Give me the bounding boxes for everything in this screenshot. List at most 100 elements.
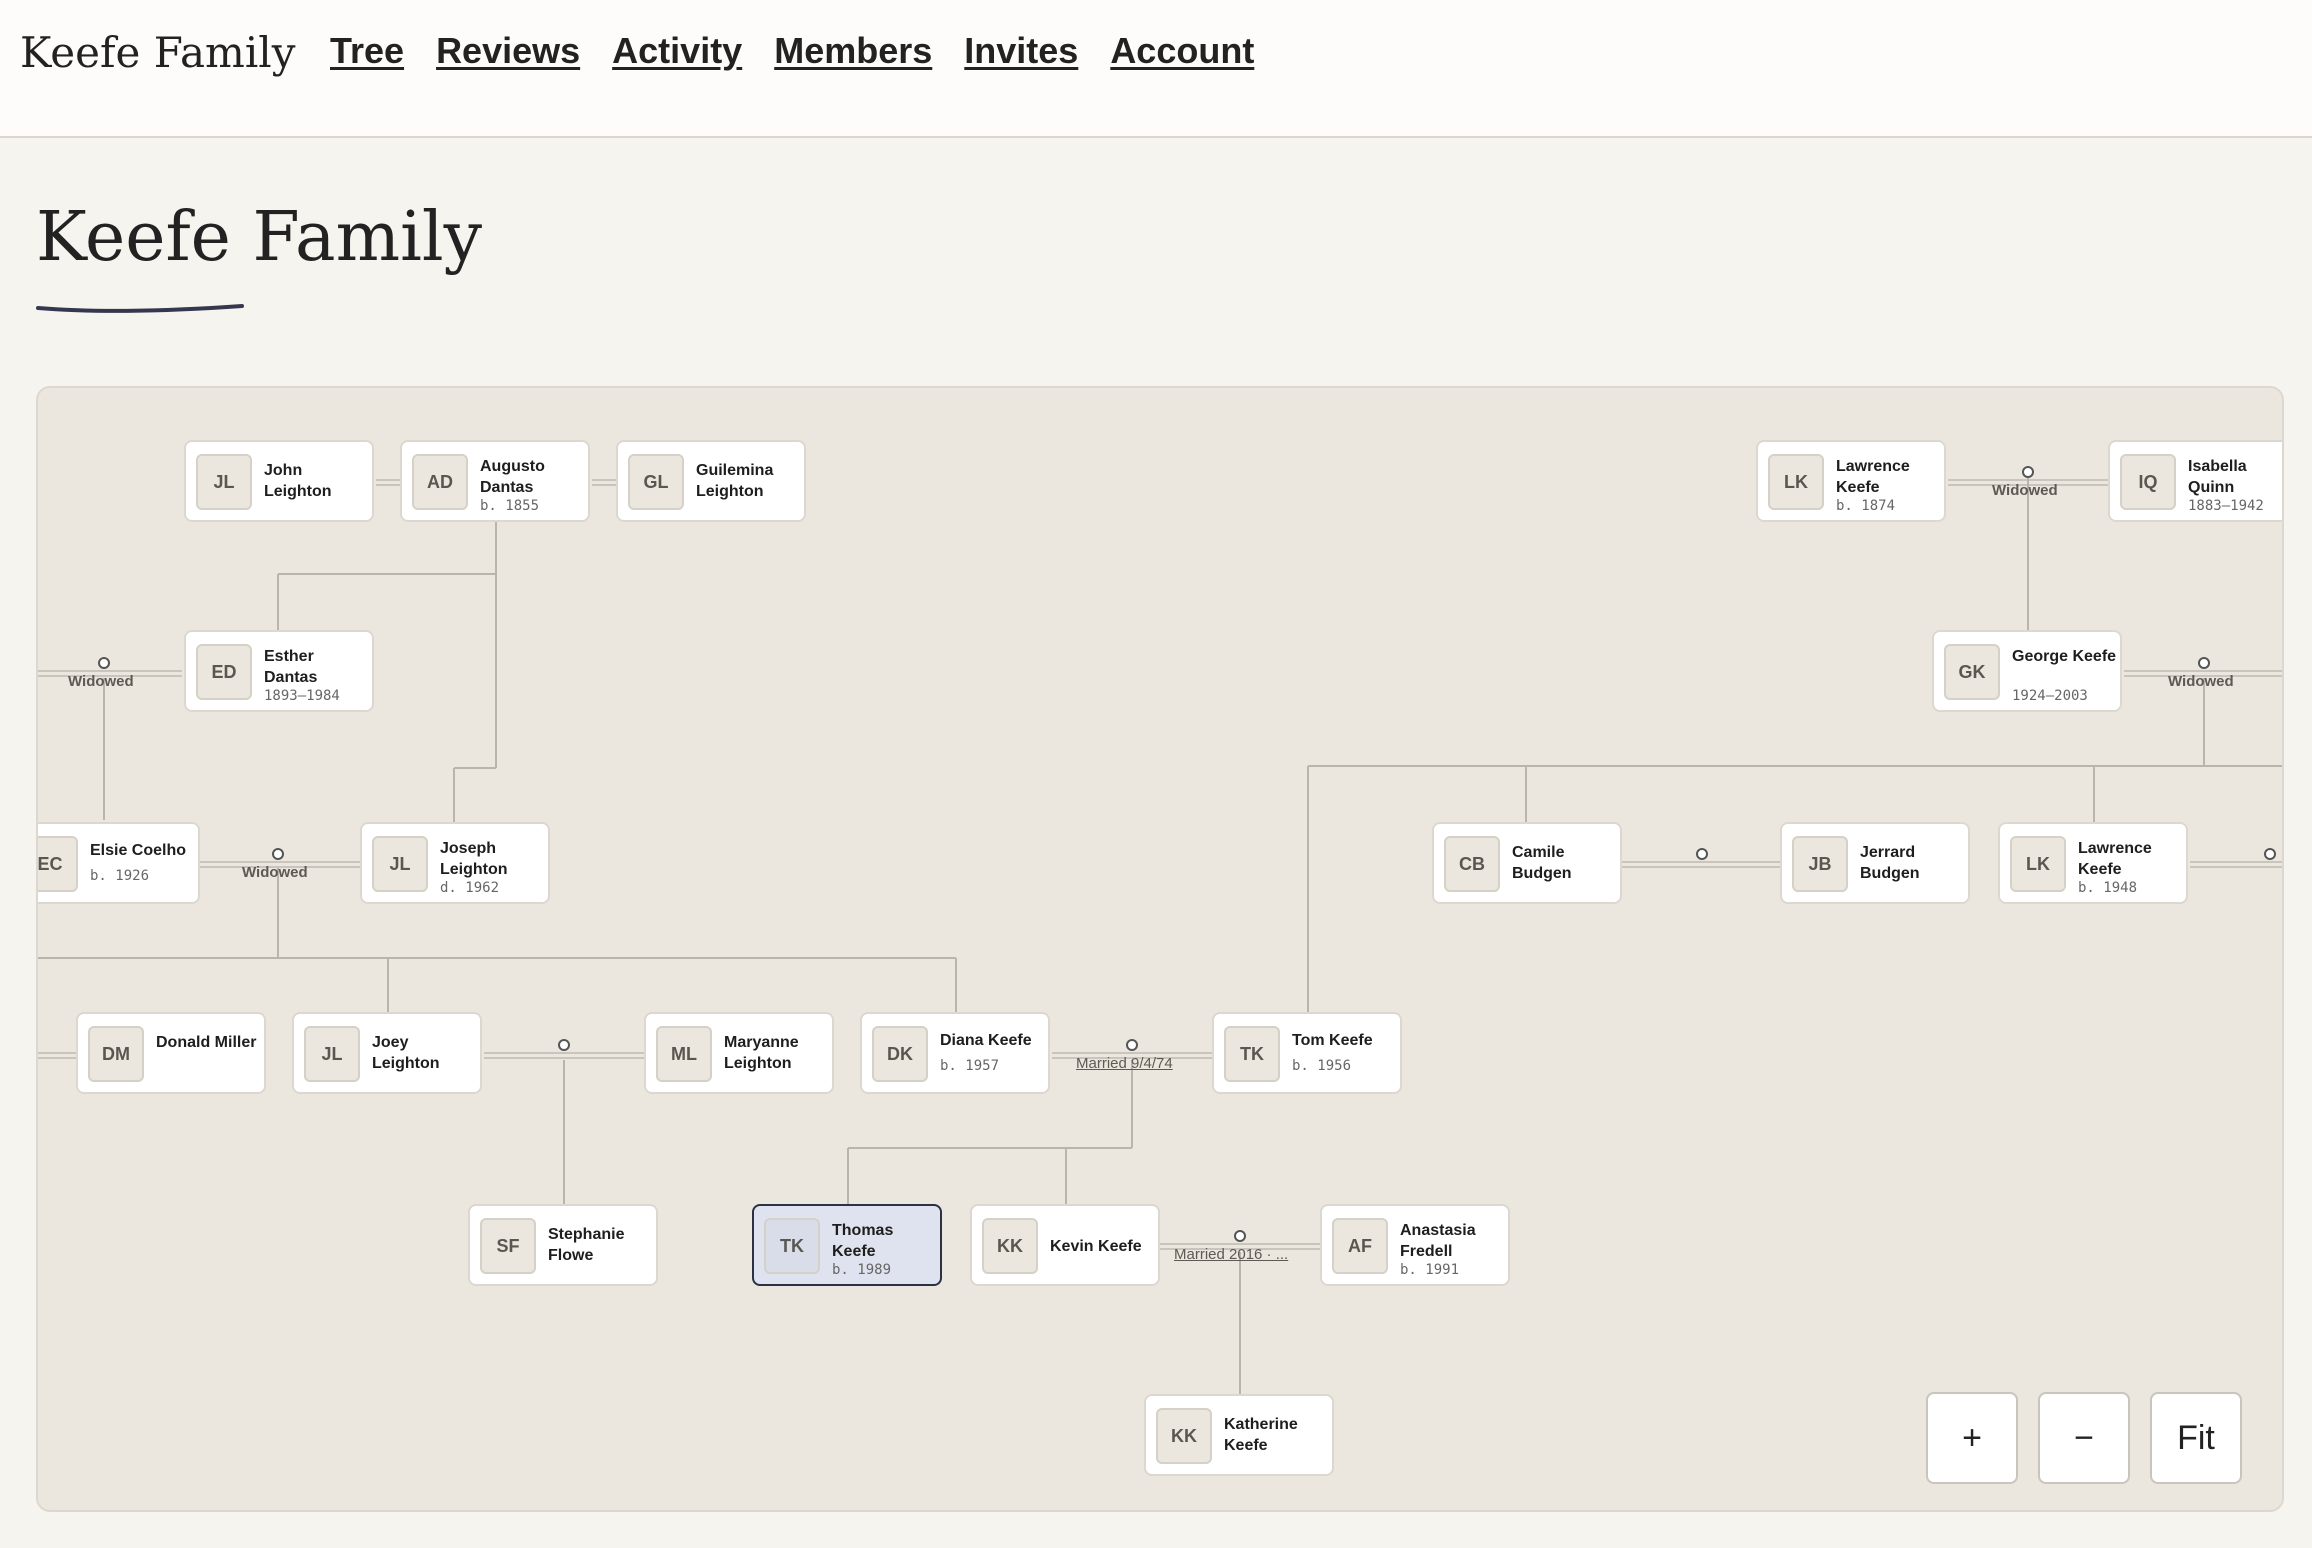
person-name: Diana Keefe [940,1032,1032,1049]
person-avatar: IQ [2120,454,2176,510]
person-card[interactable]: GK George Keefe 1924–2003 [1932,630,2122,712]
person-dates: b. 1989 [832,1262,892,1278]
person-name: Donald Miller [156,1034,257,1051]
person-name: Elsie Coelho [90,842,187,859]
person-avatar: DK [872,1026,928,1082]
nav-tree[interactable]: Tree [330,30,404,72]
person-card[interactable]: JL Joseph Leighton d. 1962 [360,822,550,904]
person-avatar: JL [196,454,252,510]
relationship-label-widowed: Widowed [1992,482,2058,499]
person-card[interactable]: JB Jerrard Budgen [1780,822,1970,904]
zoom-in-button[interactable]: + [1926,1392,2018,1484]
person-dates: b. 1956 [1292,1058,1352,1074]
person-avatar: JL [372,836,428,892]
person-card[interactable]: EC Elsie Coelho b. 1926 [38,822,200,904]
page-title: Keefe Family [36,198,482,277]
person-name: Augusto Dantas [480,458,545,496]
nav-invites[interactable]: Invites [964,30,1078,72]
person-avatar: CB [1444,836,1500,892]
person-name: Lawrence Keefe [1836,458,1910,496]
person-dates: b. 1957 [940,1058,1000,1074]
person-avatar: AF [1332,1218,1388,1274]
person-name: Stephanie Flowe [548,1226,625,1264]
person-card[interactable]: LK Lawrence Keefe b. 1874 [1756,440,1946,522]
person-name: Anastasia Fredell [1400,1222,1476,1260]
nav-account[interactable]: Account [1110,30,1254,72]
nav-reviews[interactable]: Reviews [436,30,580,72]
person-card[interactable]: IQ Isabella Quinn 1883–1942 [2108,440,2282,522]
person-avatar: JB [1792,836,1848,892]
person-card[interactable]: JL John Leighton [184,440,374,522]
person-name: Jerrard Budgen [1860,844,1920,882]
main-nav: Tree Reviews Activity Members Invites Ac… [330,30,1254,72]
person-avatar: GK [1944,644,2000,700]
marriage-link-diana-tom[interactable]: Married 9/4/74 [1076,1055,1173,1072]
person-name: Guilemina Leighton [696,462,774,500]
title-underline-decoration [36,304,244,313]
person-card[interactable]: CB Camile Budgen [1432,822,1622,904]
person-card[interactable]: JL Joey Leighton [292,1012,482,1094]
nav-activity[interactable]: Activity [612,30,742,72]
top-navigation-bar: Keefe Family Tree Reviews Activity Membe… [0,0,2312,138]
person-name: Esther Dantas [264,648,318,686]
person-name: Thomas Keefe [832,1222,894,1260]
person-dates: b. 1926 [90,868,150,884]
person-name: Isabella Quinn [2188,458,2247,496]
person-avatar: ML [656,1026,712,1082]
person-card[interactable]: SF Stephanie Flowe [468,1204,658,1286]
person-avatar: TK [764,1218,820,1274]
person-avatar: EC [38,836,78,892]
person-avatar: DM [88,1026,144,1082]
nav-members[interactable]: Members [774,30,932,72]
person-dates: 1893–1984 [264,688,340,704]
person-avatar: KK [1156,1408,1212,1464]
person-card[interactable]: TK Tom Keefe b. 1956 [1212,1012,1402,1094]
person-card[interactable]: KK Kevin Keefe [970,1204,1160,1286]
fit-view-button[interactable]: Fit [2150,1392,2242,1484]
person-dates: b. 1991 [1400,1262,1460,1278]
person-name: George Keefe [2012,648,2117,665]
person-avatar: KK [982,1218,1038,1274]
person-dates: b. 1874 [1836,498,1896,514]
relationship-label-widowed: Widowed [68,673,134,690]
person-card[interactable]: AF Anastasia Fredell b. 1991 [1320,1204,1510,1286]
person-avatar: ED [196,644,252,700]
person-card[interactable]: ED Esther Dantas 1893–1984 [184,630,374,712]
person-dates: b. 1855 [480,498,540,514]
person-card-selected[interactable]: TK Thomas Keefe b. 1989 [752,1204,942,1286]
person-dates: 1883–1942 [2188,498,2264,514]
tree-connectors [38,466,2282,1394]
zoom-out-button[interactable]: − [2038,1392,2130,1484]
person-avatar: LK [1768,454,1824,510]
relationship-label-widowed: Widowed [2168,673,2234,690]
person-avatar: AD [412,454,468,510]
person-avatar: LK [2010,836,2066,892]
person-name: Maryanne Leighton [724,1034,799,1072]
person-name: John Leighton [264,462,332,500]
person-card[interactable]: KK Katherine Keefe [1144,1394,1334,1476]
marriage-link-kevin-anastasia[interactable]: Married 2016 · ... [1174,1246,1288,1263]
person-name: Kevin Keefe [1050,1238,1142,1255]
person-name: Katherine Keefe [1224,1416,1298,1454]
person-avatar: JL [304,1026,360,1082]
relationship-label-widowed: Widowed [242,864,308,881]
person-name: Tom Keefe [1292,1032,1373,1049]
person-dates: 1924–2003 [2012,688,2088,704]
person-dates: b. 1948 [2078,880,2138,896]
person-card[interactable]: ML Maryanne Leighton [644,1012,834,1094]
family-tree-canvas[interactable]: Widowed Widowed Widowed Widowed Married … [36,386,2284,1512]
brand-title: Keefe Family [20,28,296,77]
person-name: Joey Leighton [372,1034,440,1072]
person-card[interactable]: GL Guilemina Leighton [616,440,806,522]
person-card[interactable]: DM Donald Miller [76,1012,266,1094]
person-name: Joseph Leighton [440,840,508,878]
person-avatar: SF [480,1218,536,1274]
person-avatar: TK [1224,1026,1280,1082]
lineage-lines [38,474,2282,1394]
person-dates: d. 1962 [440,880,500,896]
person-avatar: GL [628,454,684,510]
person-name: Lawrence Keefe [2078,840,2152,878]
person-card[interactable]: LK Lawrence Keefe b. 1948 [1998,822,2188,904]
person-card[interactable]: AD Augusto Dantas b. 1855 [400,440,590,522]
person-card[interactable]: DK Diana Keefe b. 1957 [860,1012,1050,1094]
